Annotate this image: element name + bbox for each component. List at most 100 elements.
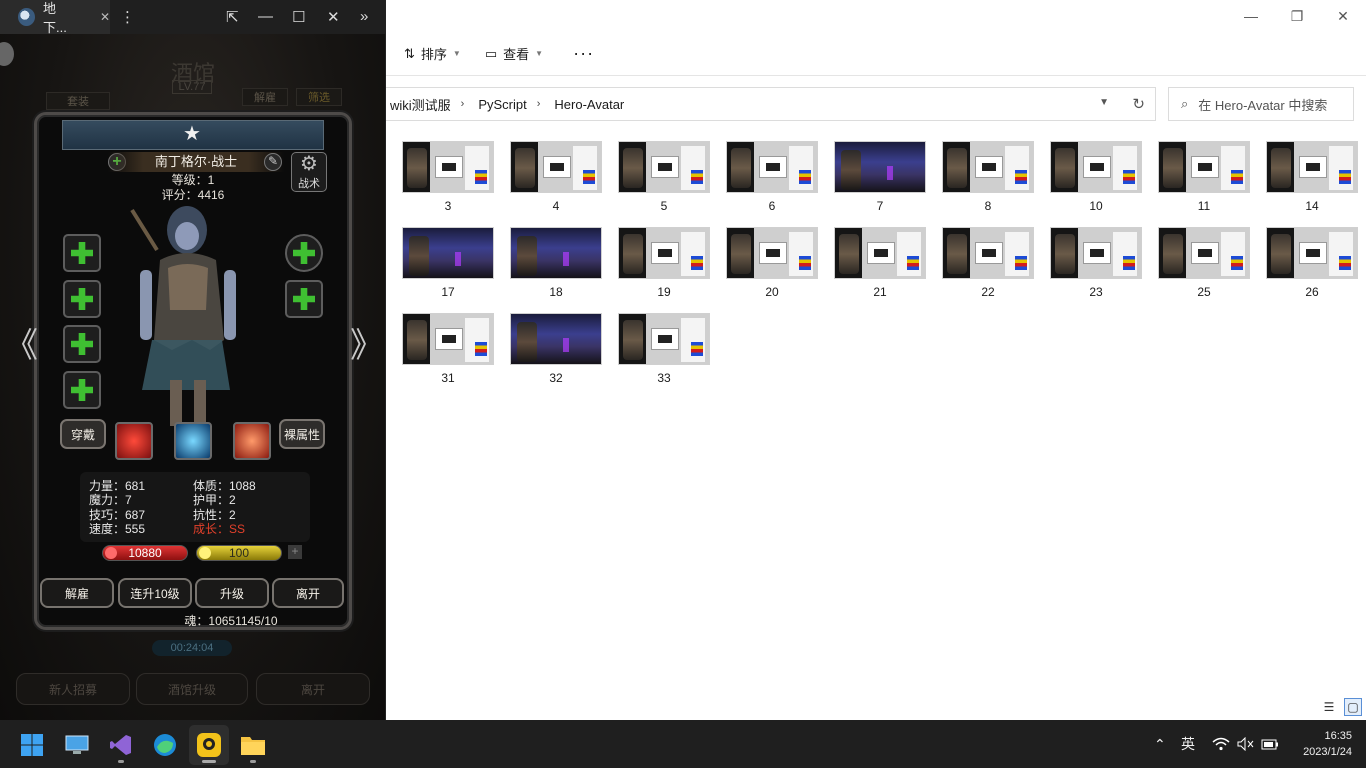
- hp-bar: 10880: [102, 545, 188, 561]
- sort-icon: ⇅: [404, 45, 415, 61]
- file-thumbnail: [834, 141, 926, 193]
- file-item[interactable]: 8: [934, 141, 1042, 213]
- file-explorer-app[interactable]: [233, 725, 273, 765]
- breadcrumb-item[interactable]: PyScript: [474, 97, 526, 112]
- file-item[interactable]: 10: [1042, 141, 1150, 213]
- window-controls: — ❐ ✕: [1228, 0, 1366, 32]
- leave-tavern-button[interactable]: 离开: [256, 673, 370, 705]
- close-icon[interactable]: ✕: [327, 8, 340, 26]
- file-item[interactable]: 26: [1258, 227, 1366, 299]
- file-item[interactable]: 20: [718, 227, 826, 299]
- file-item[interactable]: 17: [394, 227, 502, 299]
- breadcrumb-item[interactable]: Hero-Avatar: [550, 97, 624, 112]
- tactics-button[interactable]: ⚙ 战术: [291, 152, 327, 192]
- monitor-icon: [65, 735, 89, 754]
- refresh-icon[interactable]: ↻: [1132, 95, 1145, 113]
- clock-time: 16:35: [1324, 730, 1352, 742]
- view-button[interactable]: ▭ 查看 ▼: [485, 44, 543, 63]
- equip-button[interactable]: 穿戴: [60, 419, 106, 449]
- file-item[interactable]: 33: [610, 313, 718, 385]
- file-item[interactable]: 5: [610, 141, 718, 213]
- speaker-muted-icon[interactable]: [1237, 720, 1255, 768]
- add-energy-icon[interactable]: +: [288, 545, 302, 559]
- tray-overflow-icon[interactable]: ⌃: [1154, 720, 1166, 768]
- minimize-icon[interactable]: —: [258, 8, 273, 25]
- visual-studio-app[interactable]: [101, 725, 141, 765]
- accessory-slot-1[interactable]: [63, 325, 101, 363]
- wifi-icon[interactable]: [1212, 720, 1230, 768]
- file-thumbnail: [942, 227, 1034, 279]
- level-up-button[interactable]: 升级: [195, 578, 269, 608]
- ring-slot[interactable]: [285, 234, 323, 272]
- lightning-icon: [199, 547, 211, 559]
- file-item[interactable]: 14: [1258, 141, 1366, 213]
- file-name: 23: [1089, 285, 1103, 299]
- address-history-icon[interactable]: ▼: [1099, 97, 1109, 108]
- file-item[interactable]: 11: [1150, 141, 1258, 213]
- tavern-upgrade-button[interactable]: 酒馆升级: [136, 673, 248, 705]
- search-input[interactable]: ⌕ 在 Hero-Avatar 中搜索: [1168, 87, 1354, 121]
- file-item[interactable]: 6: [718, 141, 826, 213]
- address-bar[interactable]: wiki测试服 › PyScript › Hero-Avatar ▼ ↻: [386, 87, 1156, 121]
- file-thumbnail: [726, 227, 818, 279]
- maximize-icon[interactable]: ☐: [292, 8, 305, 26]
- remote-desktop-app[interactable]: [57, 725, 97, 765]
- leave-button[interactable]: 离开: [272, 578, 344, 608]
- armor-slot[interactable]: [63, 280, 101, 318]
- file-item[interactable]: 18: [502, 227, 610, 299]
- file-item[interactable]: 4: [502, 141, 610, 213]
- details-view-icon[interactable]: ☰: [1320, 698, 1338, 716]
- dismiss-top-button[interactable]: 解雇: [242, 88, 288, 106]
- recruit-button[interactable]: 新人招募: [16, 673, 130, 705]
- file-item[interactable]: 19: [610, 227, 718, 299]
- file-item[interactable]: 25: [1150, 227, 1258, 299]
- file-name: 21: [873, 285, 887, 299]
- edit-icon[interactable]: ✎: [264, 153, 282, 171]
- filter-button[interactable]: 筛选: [296, 88, 342, 106]
- set-tab[interactable]: 套装: [46, 92, 110, 110]
- tab-close-icon[interactable]: ✕: [100, 10, 110, 24]
- close-icon[interactable]: ✕: [1320, 0, 1366, 32]
- more-options-button[interactable]: ···: [573, 43, 594, 64]
- tavern-level: LV.77: [172, 80, 212, 94]
- clock[interactable]: 16:35 2023/1/24: [1303, 728, 1352, 760]
- popout-icon[interactable]: ⇱: [226, 8, 239, 26]
- naked-attributes-button[interactable]: 裸属性: [279, 419, 325, 449]
- file-item[interactable]: 23: [1042, 227, 1150, 299]
- slash-skill-icon[interactable]: [115, 422, 153, 460]
- breadcrumb-item[interactable]: wiki测试服: [386, 95, 451, 114]
- accessory-slot-2[interactable]: [63, 371, 101, 409]
- collapse-icon[interactable]: »: [360, 8, 368, 25]
- kebab-menu-icon[interactable]: ⋮: [120, 8, 135, 26]
- breadcrumb-separator-icon: ›: [536, 98, 541, 110]
- file-item[interactable]: 21: [826, 227, 934, 299]
- level-up-10-button[interactable]: 连升10级: [118, 578, 192, 608]
- add-icon: [71, 333, 93, 355]
- trinket-slot[interactable]: [285, 280, 323, 318]
- edge-app[interactable]: [145, 725, 185, 765]
- file-item[interactable]: 7: [826, 141, 934, 213]
- file-item[interactable]: 3: [394, 141, 502, 213]
- file-explorer-window: — ❐ ✕ ⇅ 排序 ▼ ▭ 查看 ▼ ··· wiki测试服 › PyScri…: [386, 0, 1366, 720]
- game-tab[interactable]: 地下... ✕: [0, 0, 110, 35]
- file-thumbnail: [1158, 227, 1250, 279]
- ime-indicator[interactable]: 英: [1181, 720, 1195, 768]
- weapon-slot[interactable]: [63, 234, 101, 272]
- chevron-down-icon: ▼: [535, 49, 544, 58]
- previous-hero-arrow-icon[interactable]: 《: [4, 318, 38, 367]
- eye-skill-icon[interactable]: [174, 422, 212, 460]
- sort-button[interactable]: ⇅ 排序 ▼: [404, 44, 461, 63]
- large-icons-view-icon[interactable]: ▢: [1344, 698, 1362, 716]
- file-item[interactable]: 31: [394, 313, 502, 385]
- file-item[interactable]: 32: [502, 313, 610, 385]
- dismiss-button[interactable]: 解雇: [40, 578, 114, 608]
- restore-icon[interactable]: ❐: [1274, 0, 1320, 32]
- start-button[interactable]: [12, 725, 52, 765]
- minimize-icon[interactable]: —: [1228, 0, 1274, 32]
- battery-icon[interactable]: [1261, 720, 1279, 768]
- file-item[interactable]: 22: [934, 227, 1042, 299]
- fist-skill-icon[interactable]: [233, 422, 271, 460]
- game-app[interactable]: [189, 725, 229, 765]
- next-hero-arrow-icon[interactable]: 》: [350, 318, 384, 367]
- chevron-down-icon: ▼: [452, 49, 461, 58]
